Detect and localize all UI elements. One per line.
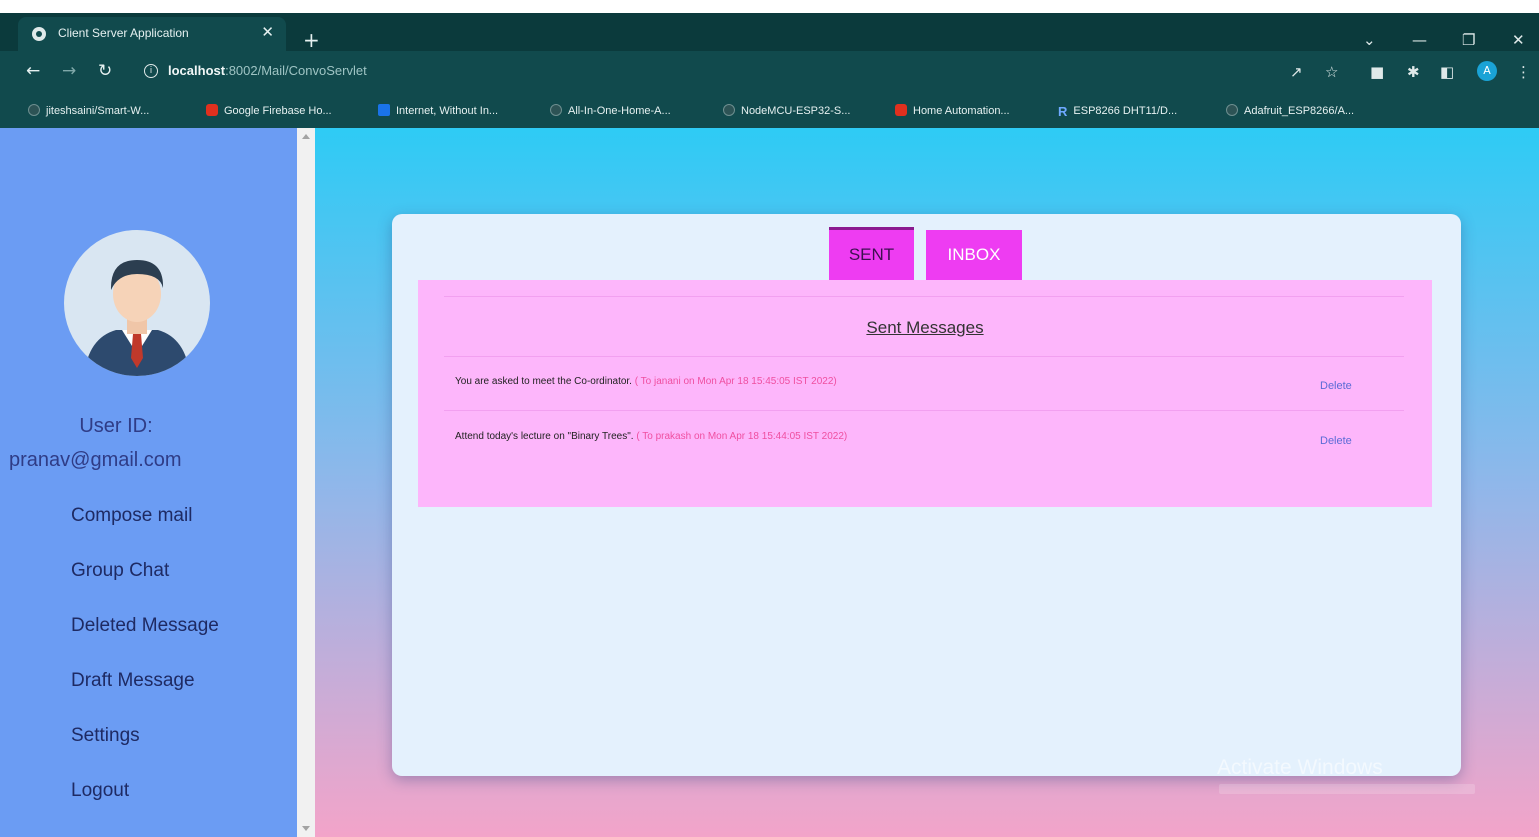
bookmark-icon	[378, 104, 390, 116]
globe-icon	[32, 27, 46, 41]
bookmark-item[interactable]: Adafruit_ESP8266/A...	[1226, 104, 1354, 118]
page-viewport: User ID: pranav@gmail.com Compose mail G…	[0, 128, 1539, 837]
sidepanel-icon[interactable]: ◧	[1440, 63, 1454, 81]
nav-group-chat[interactable]: Group Chat	[71, 560, 169, 582]
sidebar: User ID: pranav@gmail.com Compose mail G…	[0, 128, 297, 837]
github-icon	[1226, 104, 1238, 116]
tab-sent[interactable]: SENT	[829, 227, 914, 280]
sidebar-scrollbar[interactable]	[297, 128, 315, 837]
github-icon	[28, 104, 40, 116]
url-text[interactable]: localhost:8002/Mail/ConvoServlet	[168, 63, 367, 78]
new-tab-button[interactable]: +	[303, 30, 320, 50]
delete-link[interactable]: Delete	[1320, 380, 1352, 392]
user-id-label: User ID:	[79, 415, 153, 437]
restore-icon[interactable]: ❐	[1462, 31, 1475, 49]
browser-tab-bar: Client Server Application ✕ + ⌄ — ❐ ✕	[0, 13, 1539, 51]
message-text: You are asked to meet the Co-ordinator.	[455, 376, 632, 387]
share-icon[interactable]: ↗	[1290, 63, 1303, 81]
divider	[444, 296, 1404, 297]
nav-compose-mail[interactable]: Compose mail	[71, 505, 192, 527]
user-id-value: pranav@gmail.com	[9, 449, 182, 471]
tab-title: Client Server Application	[58, 26, 189, 40]
mail-card: SENT INBOX Sent Messages You are asked t…	[392, 214, 1461, 776]
watermark-subtext	[1219, 784, 1475, 794]
scroll-down-icon[interactable]	[302, 826, 310, 831]
extension-square-icon[interactable]: ■	[1370, 63, 1384, 81]
user-avatar-icon	[64, 230, 210, 376]
message-row: You are asked to meet the Co-ordinator. …	[455, 376, 837, 387]
bookmark-item[interactable]: R ESP8266 DHT11/D...	[1058, 104, 1177, 119]
nav-draft-message[interactable]: Draft Message	[71, 670, 195, 692]
activate-windows-watermark: Activate Windows	[1217, 756, 1383, 779]
menu-kebab-icon[interactable]: ⋮	[1516, 63, 1531, 81]
tab-close-icon[interactable]: ✕	[261, 23, 274, 41]
youtube-icon	[206, 104, 218, 116]
puzzle-icon[interactable]: ✱	[1407, 63, 1420, 81]
window-close-icon[interactable]: ✕	[1512, 31, 1525, 49]
bookmarks-bar: jiteshsaini/Smart-W... Google Firebase H…	[0, 92, 1539, 128]
bookmark-item[interactable]: Home Automation...	[895, 104, 1010, 118]
youtube-icon	[895, 104, 907, 116]
nav-logout[interactable]: Logout	[71, 780, 129, 802]
message-meta: ( To prakash on Mon Apr 18 15:44:05 IST …	[633, 431, 848, 442]
address-bar[interactable]: i localhost:8002/Mail/ConvoServlet	[130, 57, 1270, 87]
bookmark-item[interactable]: All-In-One-Home-A...	[550, 104, 671, 118]
scroll-up-icon[interactable]	[302, 134, 310, 139]
delete-link[interactable]: Delete	[1320, 435, 1352, 447]
reload-icon[interactable]: ↻	[98, 61, 112, 81]
message-meta: ( To janani on Mon Apr 18 15:45:05 IST 2…	[631, 376, 837, 387]
tab-search-icon[interactable]: ⌄	[1363, 31, 1376, 49]
sent-messages-heading: Sent Messages	[866, 318, 984, 337]
message-text: Attend today's lecture on "Binary Trees"…	[455, 431, 634, 442]
r-icon: R	[1058, 104, 1068, 119]
divider	[444, 356, 1404, 357]
back-icon[interactable]: ←	[26, 61, 40, 81]
tab-inbox[interactable]: INBOX	[926, 230, 1022, 280]
bookmark-item[interactable]: Internet, Without In...	[378, 104, 498, 118]
minimize-icon[interactable]: —	[1412, 31, 1427, 49]
nav-deleted-message[interactable]: Deleted Message	[71, 615, 219, 637]
browser-tab[interactable]: Client Server Application ✕	[18, 17, 286, 51]
bookmark-item[interactable]: jiteshsaini/Smart-W...	[28, 104, 149, 118]
sent-messages-panel: Sent Messages You are asked to meet the …	[418, 280, 1432, 507]
forward-icon[interactable]: →	[62, 61, 76, 81]
profile-avatar[interactable]: A	[1477, 61, 1497, 81]
github-icon	[723, 104, 735, 116]
star-icon[interactable]: ☆	[1325, 63, 1338, 81]
bookmark-item[interactable]: NodeMCU-ESP32-S...	[723, 104, 850, 118]
github-icon	[550, 104, 562, 116]
info-icon[interactable]: i	[144, 64, 158, 78]
screen-top-strip	[0, 0, 1539, 13]
browser-toolbar: ← → ↻ i localhost:8002/Mail/ConvoServlet…	[0, 51, 1539, 92]
divider	[444, 410, 1404, 411]
bookmark-item[interactable]: Google Firebase Ho...	[206, 104, 332, 118]
message-row: Attend today's lecture on "Binary Trees"…	[455, 431, 847, 442]
nav-settings[interactable]: Settings	[71, 725, 140, 747]
